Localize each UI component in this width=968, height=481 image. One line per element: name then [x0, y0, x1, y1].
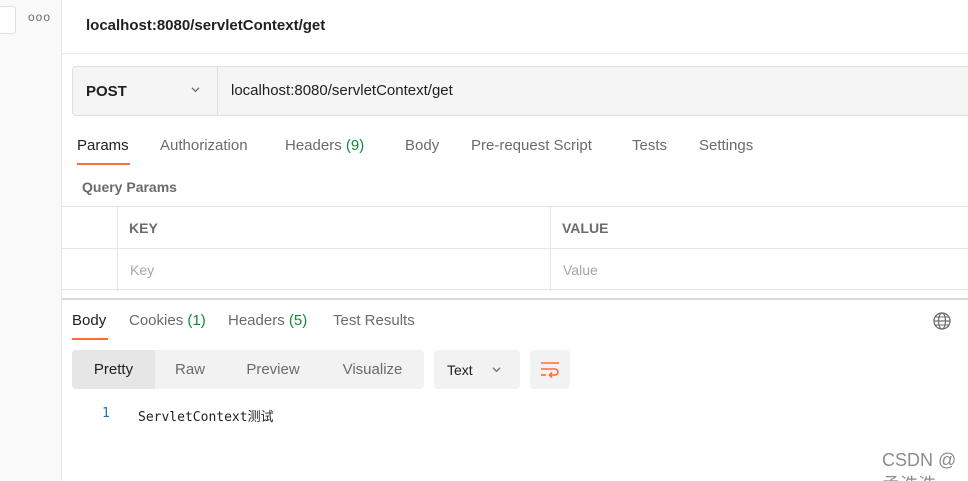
request-title[interactable]: localhost:8080/servletContext/get — [86, 17, 325, 34]
key-input[interactable]: Key — [130, 262, 154, 278]
value-input[interactable]: Value — [563, 262, 598, 278]
active-tab-indicator — [77, 163, 130, 165]
headers-count: (9) — [345, 137, 365, 154]
response-pane-divider[interactable] — [62, 298, 968, 300]
chevron-down-icon — [191, 87, 200, 93]
tab-body[interactable]: Body — [405, 137, 439, 154]
method-select[interactable]: POST — [73, 67, 218, 115]
globe-icon[interactable] — [932, 311, 952, 331]
response-tab-body[interactable]: Body — [72, 312, 106, 329]
line-number: 1 — [102, 406, 110, 421]
active-response-tab-indicator — [72, 338, 108, 340]
raw-button[interactable]: Raw — [155, 350, 225, 389]
request-workspace: localhost:8080/servletContext/get POST l… — [62, 0, 968, 481]
cookies-count: (1) — [187, 312, 206, 329]
watermark: CSDN @孟浩浩 — [882, 450, 957, 481]
response-headers-count: (5) — [288, 312, 308, 329]
tab-authorization[interactable]: Authorization — [160, 137, 248, 154]
request-title-bar: localhost:8080/servletContext/get — [62, 0, 968, 54]
tab-settings[interactable]: Settings — [699, 137, 753, 154]
method-label: POST — [86, 83, 127, 100]
response-body-line: 1 ServletContext测试 — [62, 404, 968, 426]
query-params-table: KEY VALUE Key Value — [62, 206, 968, 291]
more-horizontal-icon[interactable]: ooo — [28, 10, 51, 24]
value-column-header: VALUE — [562, 220, 609, 236]
pretty-button[interactable]: Pretty — [72, 350, 155, 389]
url-input[interactable]: localhost:8080/servletContext/get — [231, 82, 453, 99]
tab-tests[interactable]: Tests — [632, 137, 667, 154]
query-params-label: Query Params — [82, 179, 177, 195]
wrap-lines-button[interactable] — [530, 350, 570, 389]
table-header-row: KEY VALUE — [62, 207, 968, 249]
visualize-button[interactable]: Visualize — [321, 350, 424, 389]
wrap-lines-icon — [541, 362, 559, 379]
response-tab-test-results[interactable]: Test Results — [333, 312, 415, 329]
tab-params[interactable]: Params — [77, 137, 129, 154]
request-url-bar: POST localhost:8080/servletContext/get — [72, 66, 968, 116]
preview-button[interactable]: Preview — [225, 350, 321, 389]
key-column-header: KEY — [129, 220, 158, 236]
format-label: Text — [447, 362, 473, 378]
collapsed-panel-tab[interactable] — [0, 6, 16, 34]
column-divider — [117, 207, 118, 291]
response-tab-headers[interactable]: Headers (5) — [228, 312, 307, 329]
format-select[interactable]: Text — [434, 350, 520, 389]
sidebar: ooo — [0, 0, 62, 481]
response-body-text[interactable]: ServletContext测试 — [138, 406, 274, 425]
tab-pre-request-script[interactable]: Pre-request Script — [471, 137, 592, 154]
column-divider — [550, 207, 551, 291]
response-tab-cookies[interactable]: Cookies (1) — [129, 312, 206, 329]
chevron-down-icon — [492, 367, 501, 373]
view-mode-group: Pretty Raw Preview Visualize — [72, 350, 424, 389]
table-row: Key Value — [62, 249, 968, 291]
tab-headers[interactable]: Headers (9) — [285, 137, 364, 154]
